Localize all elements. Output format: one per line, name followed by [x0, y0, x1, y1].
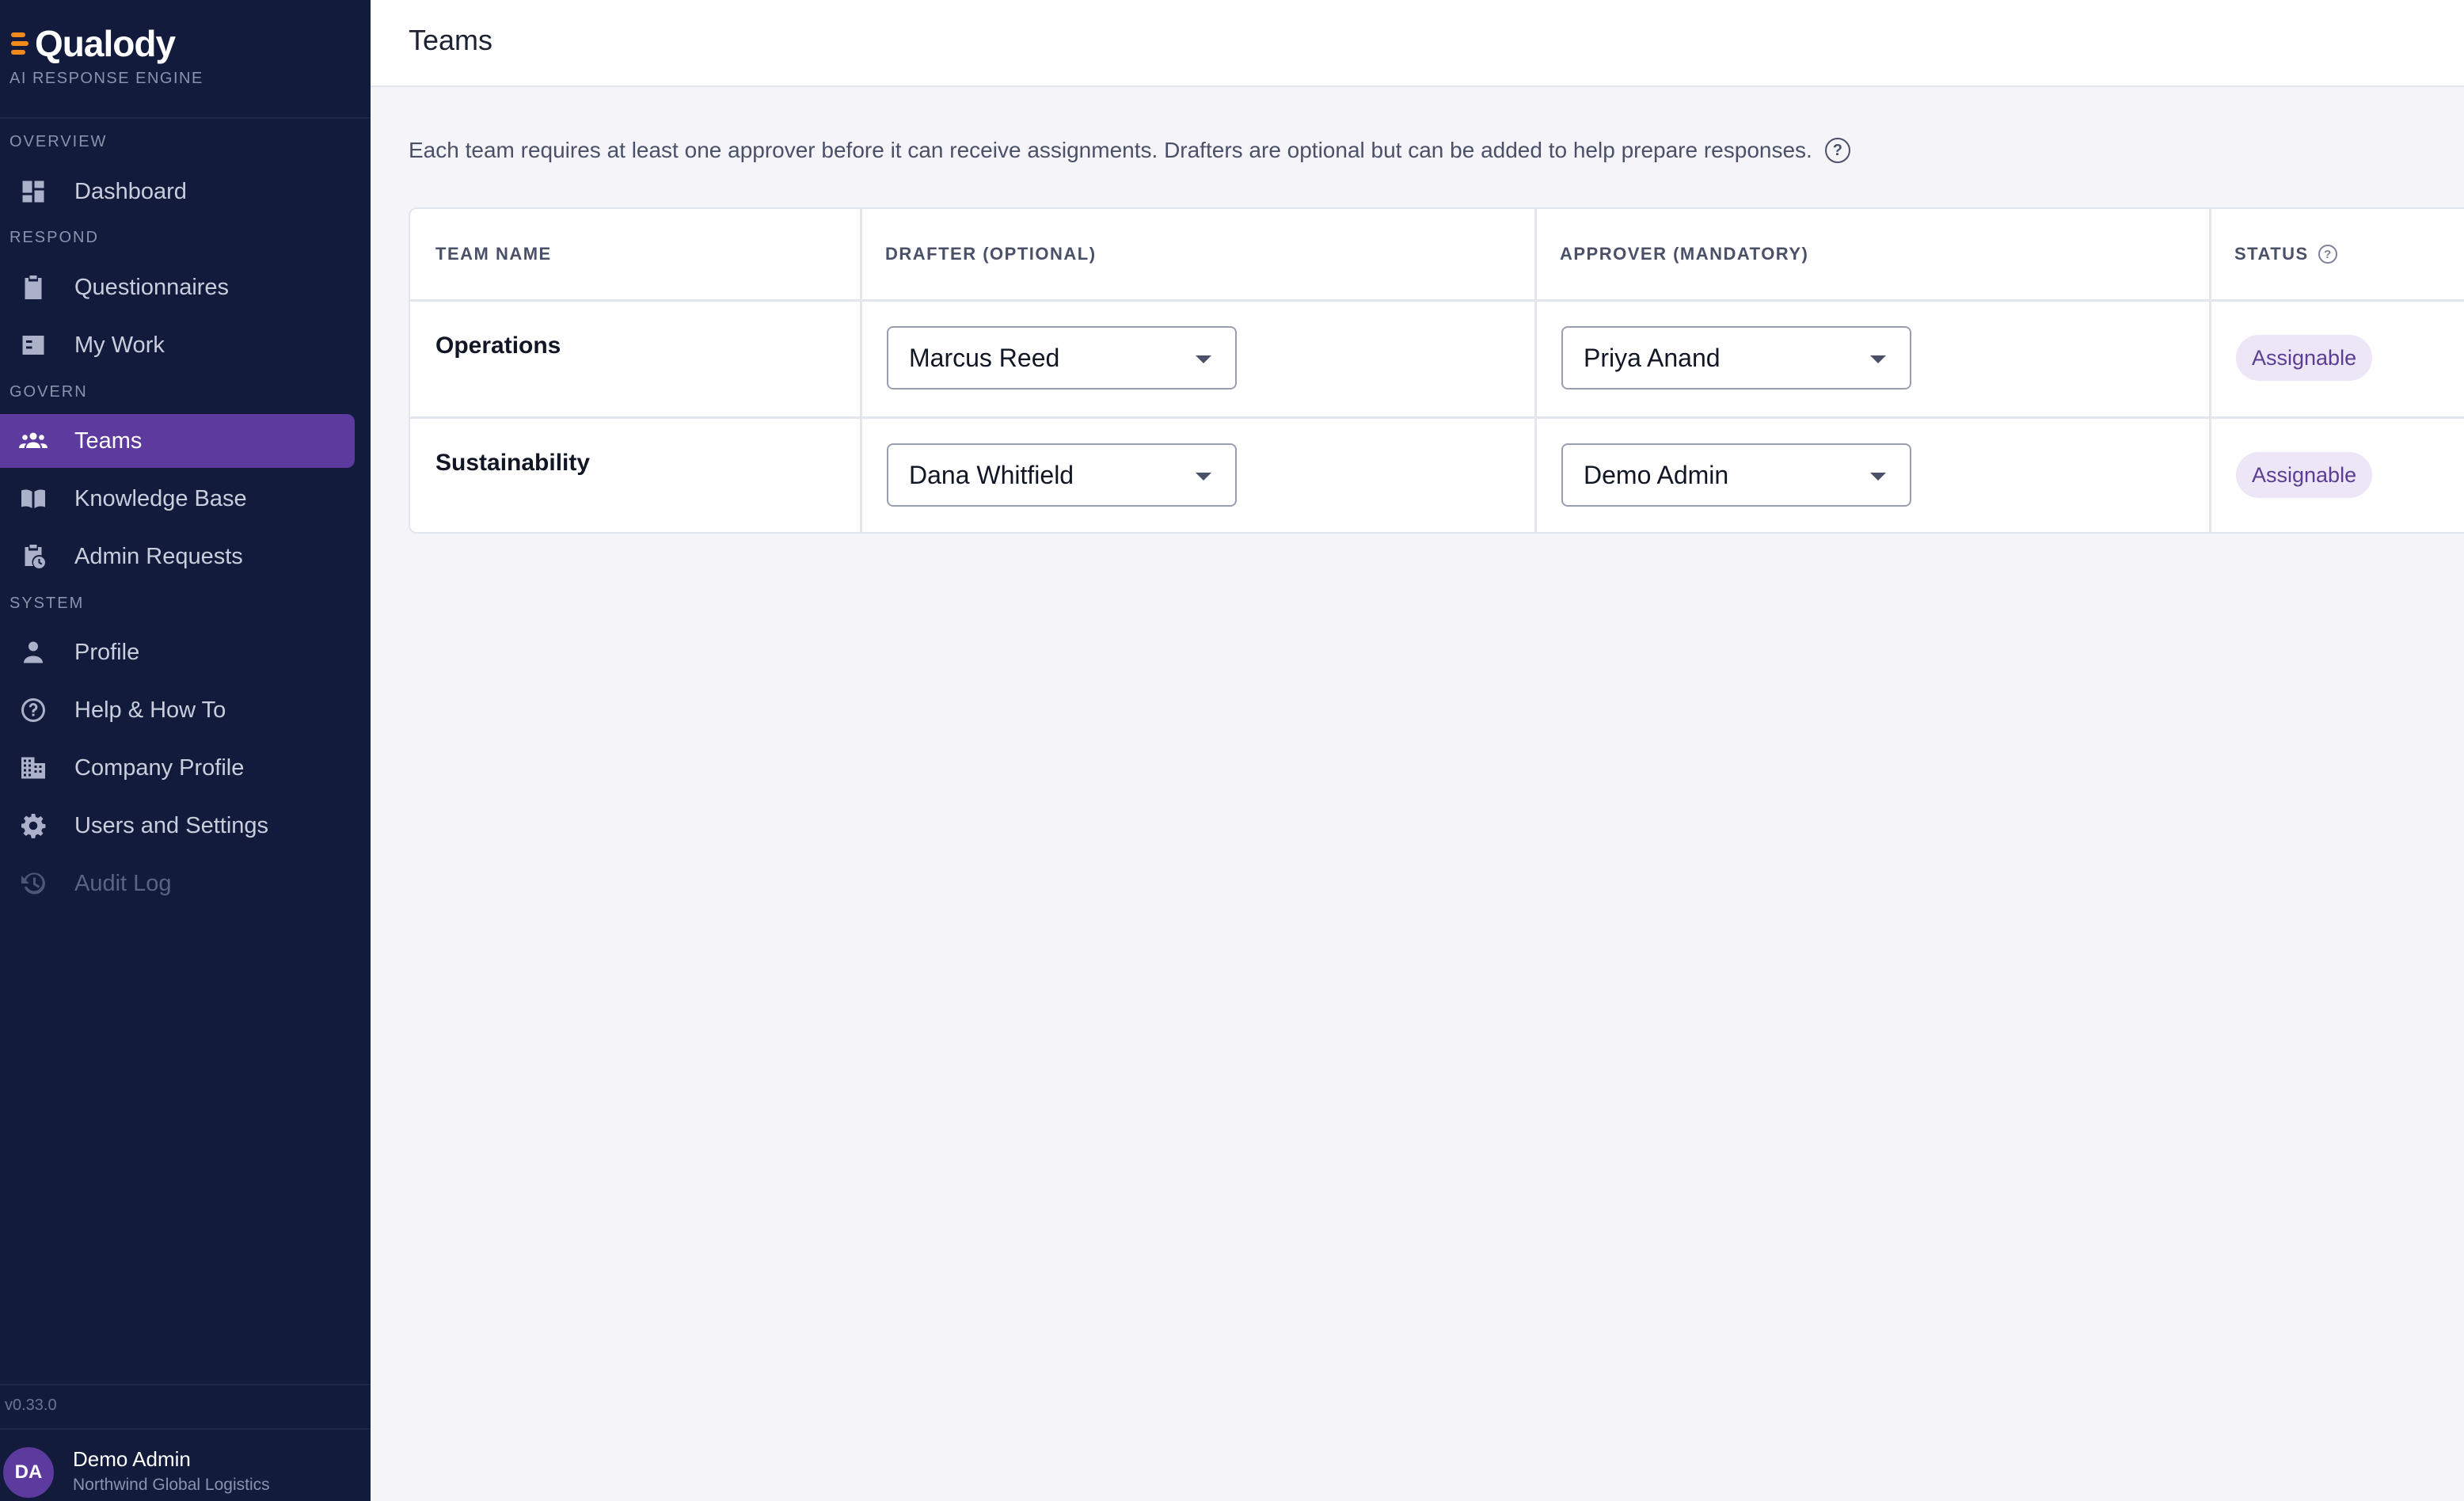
column-divider [1534, 209, 1537, 534]
app-version: v0.33.0 [5, 1396, 57, 1414]
sidebar-item-label: Knowledge Base [74, 485, 247, 511]
column-header-team-name: TEAM NAME [435, 244, 552, 264]
info-text: Each team requires at least one approver… [409, 138, 1812, 162]
section-label-system: SYSTEM [10, 595, 85, 612]
section-label-govern: GOVERN [10, 383, 88, 401]
column-header-approver: APPROVER (MANDATORY) [1560, 244, 1809, 264]
sidebar-item-label: Admin Requests [74, 543, 243, 569]
approver-select[interactable]: Priya Anand [1561, 326, 1911, 390]
user-organization: Northwind Global Logistics [73, 1476, 270, 1494]
clipboard-icon [17, 272, 49, 303]
caret-down-icon [1196, 473, 1211, 481]
history-icon [17, 868, 49, 899]
open-book-icon [17, 483, 49, 515]
dashboard-icon [17, 176, 49, 207]
row-divider [410, 299, 2464, 302]
column-divider [860, 209, 862, 534]
sidebar-item-label: Profile [74, 639, 140, 665]
sidebar-item-label: Teams [74, 428, 143, 454]
sidebar-item-my-work[interactable]: My Work [0, 318, 355, 372]
column-header-status: STATUS ? [2209, 209, 2464, 299]
top-bar: Teams [371, 0, 2464, 87]
sidebar-item-admin-requests[interactable]: Admin Requests [0, 530, 355, 583]
team-name: Operations [435, 332, 561, 359]
drafter-select[interactable]: Marcus Reed [887, 326, 1237, 390]
sidebar-item-label: Questionnaires [74, 274, 230, 300]
help-circle-icon [17, 694, 49, 726]
teams-table: TEAM NAME DRAFTER (OPTIONAL) APPROVER (M… [409, 207, 2464, 534]
clipboard-clock-icon [17, 541, 49, 572]
sidebar-item-label: Company Profile [74, 754, 245, 781]
building-icon [17, 752, 49, 784]
sidebar-item-help[interactable]: Help & How To [0, 683, 355, 737]
sidebar-item-label: Audit Log [74, 870, 172, 896]
sidebar-item-label: Users and Settings [74, 812, 269, 838]
status-badge: Assignable [2236, 335, 2373, 381]
sidebar-item-profile[interactable]: Profile [0, 625, 355, 679]
sidebar-item-label: Dashboard [74, 178, 187, 204]
section-label-respond: RESPOND [10, 229, 99, 246]
logo-text: Qualody [35, 23, 176, 64]
sidebar-item-label: Help & How To [74, 697, 226, 723]
sidebar-item-users-settings[interactable]: Users and Settings [0, 799, 355, 853]
sidebar-item-teams[interactable]: Teams [0, 414, 355, 468]
section-label-overview: OVERVIEW [10, 133, 108, 150]
drafter-select[interactable]: Dana Whitfield [887, 443, 1237, 507]
person-icon [17, 636, 49, 668]
page-info: Each team requires at least one approver… [409, 138, 1850, 163]
help-icon[interactable]: ? [2318, 245, 2337, 264]
drafter-select-value: Dana Whitfield [909, 460, 1074, 489]
app-tagline: AI RESPONSE ENGINE [10, 70, 203, 87]
column-divider [2209, 209, 2211, 534]
avatar: DA [3, 1447, 54, 1498]
column-header-drafter: DRAFTER (OPTIONAL) [885, 244, 1097, 264]
sidebar-divider [0, 117, 371, 119]
caret-down-icon [1870, 473, 1886, 481]
team-name: Sustainability [435, 450, 591, 476]
sidebar-item-company-profile[interactable]: Company Profile [0, 741, 355, 795]
approver-select[interactable]: Demo Admin [1561, 443, 1911, 507]
approver-select-value: Priya Anand [1584, 343, 1721, 372]
people-group-icon [17, 425, 49, 457]
sidebar-item-knowledge-base[interactable]: Knowledge Base [0, 472, 355, 526]
row-divider [410, 416, 2464, 419]
page-title: Teams [409, 24, 493, 56]
sidebar-item-label: My Work [74, 332, 165, 358]
user-name: Demo Admin [73, 1447, 191, 1471]
sidebar-item-questionnaires[interactable]: Questionnaires [0, 260, 355, 314]
sidebar-item-dashboard[interactable]: Dashboard [0, 165, 355, 218]
sidebar: Qualody AI RESPONSE ENGINE OVERVIEW Dash… [0, 0, 371, 1501]
status-badge: Assignable [2236, 452, 2373, 498]
approver-select-value: Demo Admin [1584, 460, 1729, 489]
sidebar-item-audit-log: Audit Log [0, 857, 355, 910]
help-icon[interactable]: ? [1824, 138, 1850, 163]
logo-mark-icon [11, 28, 32, 59]
column-header-label: STATUS [2234, 244, 2309, 264]
caret-down-icon [1196, 355, 1211, 363]
drafter-select-value: Marcus Reed [909, 343, 1060, 372]
sidebar-divider [0, 1384, 371, 1385]
current-user[interactable]: DA Demo Admin Northwind Global Logistics [0, 1430, 371, 1501]
app-logo[interactable]: Qualody [11, 16, 176, 71]
gear-icon [17, 810, 49, 842]
caret-down-icon [1870, 355, 1886, 363]
task-checklist-icon [17, 329, 49, 361]
